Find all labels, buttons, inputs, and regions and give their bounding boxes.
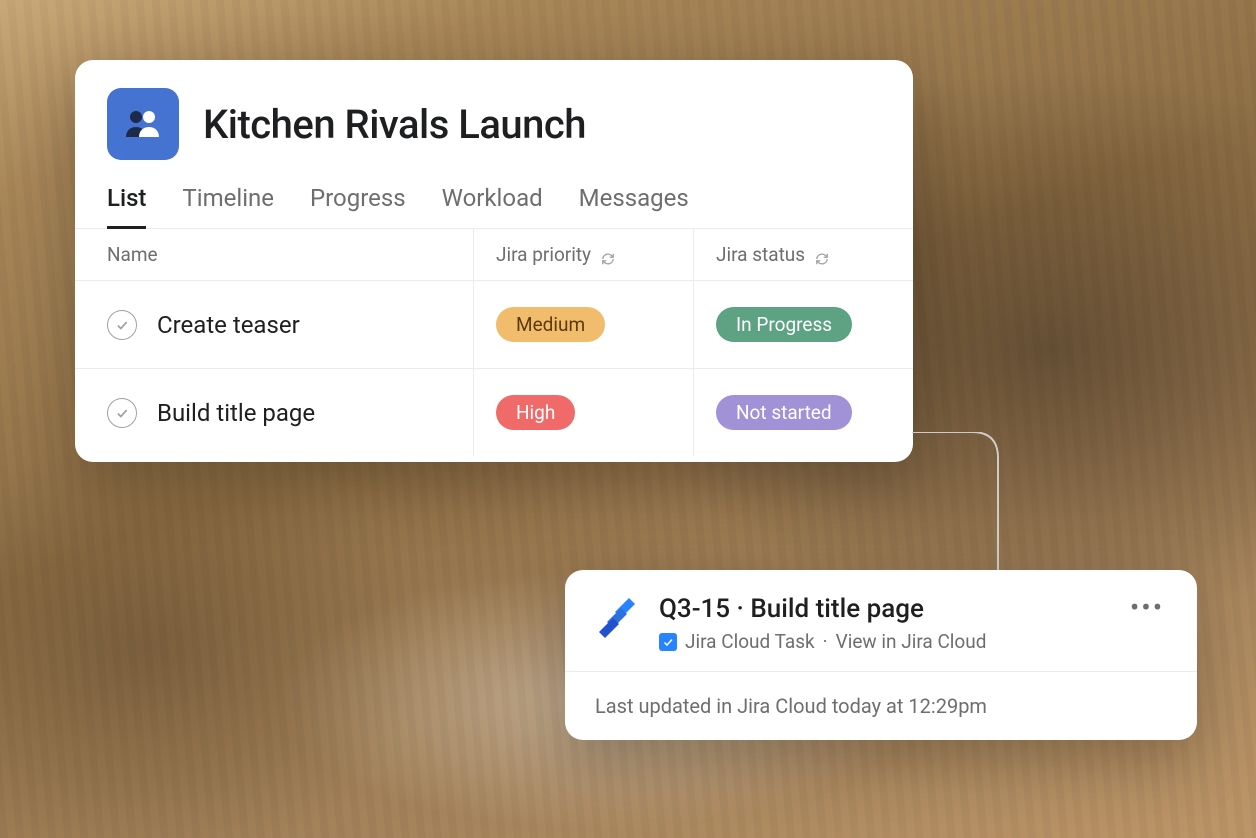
priority-pill[interactable]: High: [496, 395, 575, 430]
jira-detail-card: Q3-15 · Build title page Jira Cloud Task…: [565, 570, 1197, 740]
table-header-row: Name Jira priority Jira status: [75, 229, 913, 280]
more-actions-button[interactable]: •••: [1127, 594, 1167, 622]
jira-icon: [595, 594, 639, 638]
column-header-status[interactable]: Jira status: [693, 229, 913, 280]
detail-type: Jira Cloud Task: [685, 630, 815, 653]
sync-icon: [815, 248, 829, 262]
tab-workload[interactable]: Workload: [442, 184, 543, 228]
sync-icon: [601, 248, 615, 262]
status-pill[interactable]: Not started: [716, 395, 852, 430]
detail-footer: Last updated in Jira Cloud today at 12:2…: [565, 671, 1197, 740]
status-pill[interactable]: In Progress: [716, 307, 852, 342]
task-name: Build title page: [157, 399, 315, 427]
project-header: Kitchen Rivals Launch: [75, 60, 913, 176]
tab-timeline[interactable]: Timeline: [182, 184, 274, 228]
column-header-name[interactable]: Name: [75, 229, 473, 280]
tab-progress[interactable]: Progress: [310, 184, 406, 228]
complete-toggle[interactable]: [107, 310, 137, 340]
view-in-jira-link[interactable]: View in Jira Cloud: [836, 630, 987, 653]
column-header-priority[interactable]: Jira priority: [473, 229, 693, 280]
project-title: Kitchen Rivals Launch: [203, 101, 586, 148]
priority-pill[interactable]: Medium: [496, 307, 605, 342]
project-icon: [107, 88, 179, 160]
tabs: List Timeline Progress Workload Messages: [75, 176, 913, 229]
project-card: Kitchen Rivals Launch List Timeline Prog…: [75, 60, 913, 462]
complete-toggle[interactable]: [107, 398, 137, 428]
detail-title: Q3-15 · Build title page: [659, 594, 1107, 624]
table-row[interactable]: Create teaser Medium In Progress: [75, 280, 913, 368]
task-name: Create teaser: [157, 311, 300, 339]
task-table: Name Jira priority Jira status Create te…: [75, 229, 913, 456]
tab-list[interactable]: List: [107, 184, 146, 229]
people-icon: [122, 103, 164, 145]
detail-subtitle: Jira Cloud Task View in Jira Cloud: [659, 630, 1107, 653]
tab-messages[interactable]: Messages: [579, 184, 689, 228]
jira-task-icon: [659, 633, 677, 651]
table-row[interactable]: Build title page High Not started: [75, 368, 913, 456]
